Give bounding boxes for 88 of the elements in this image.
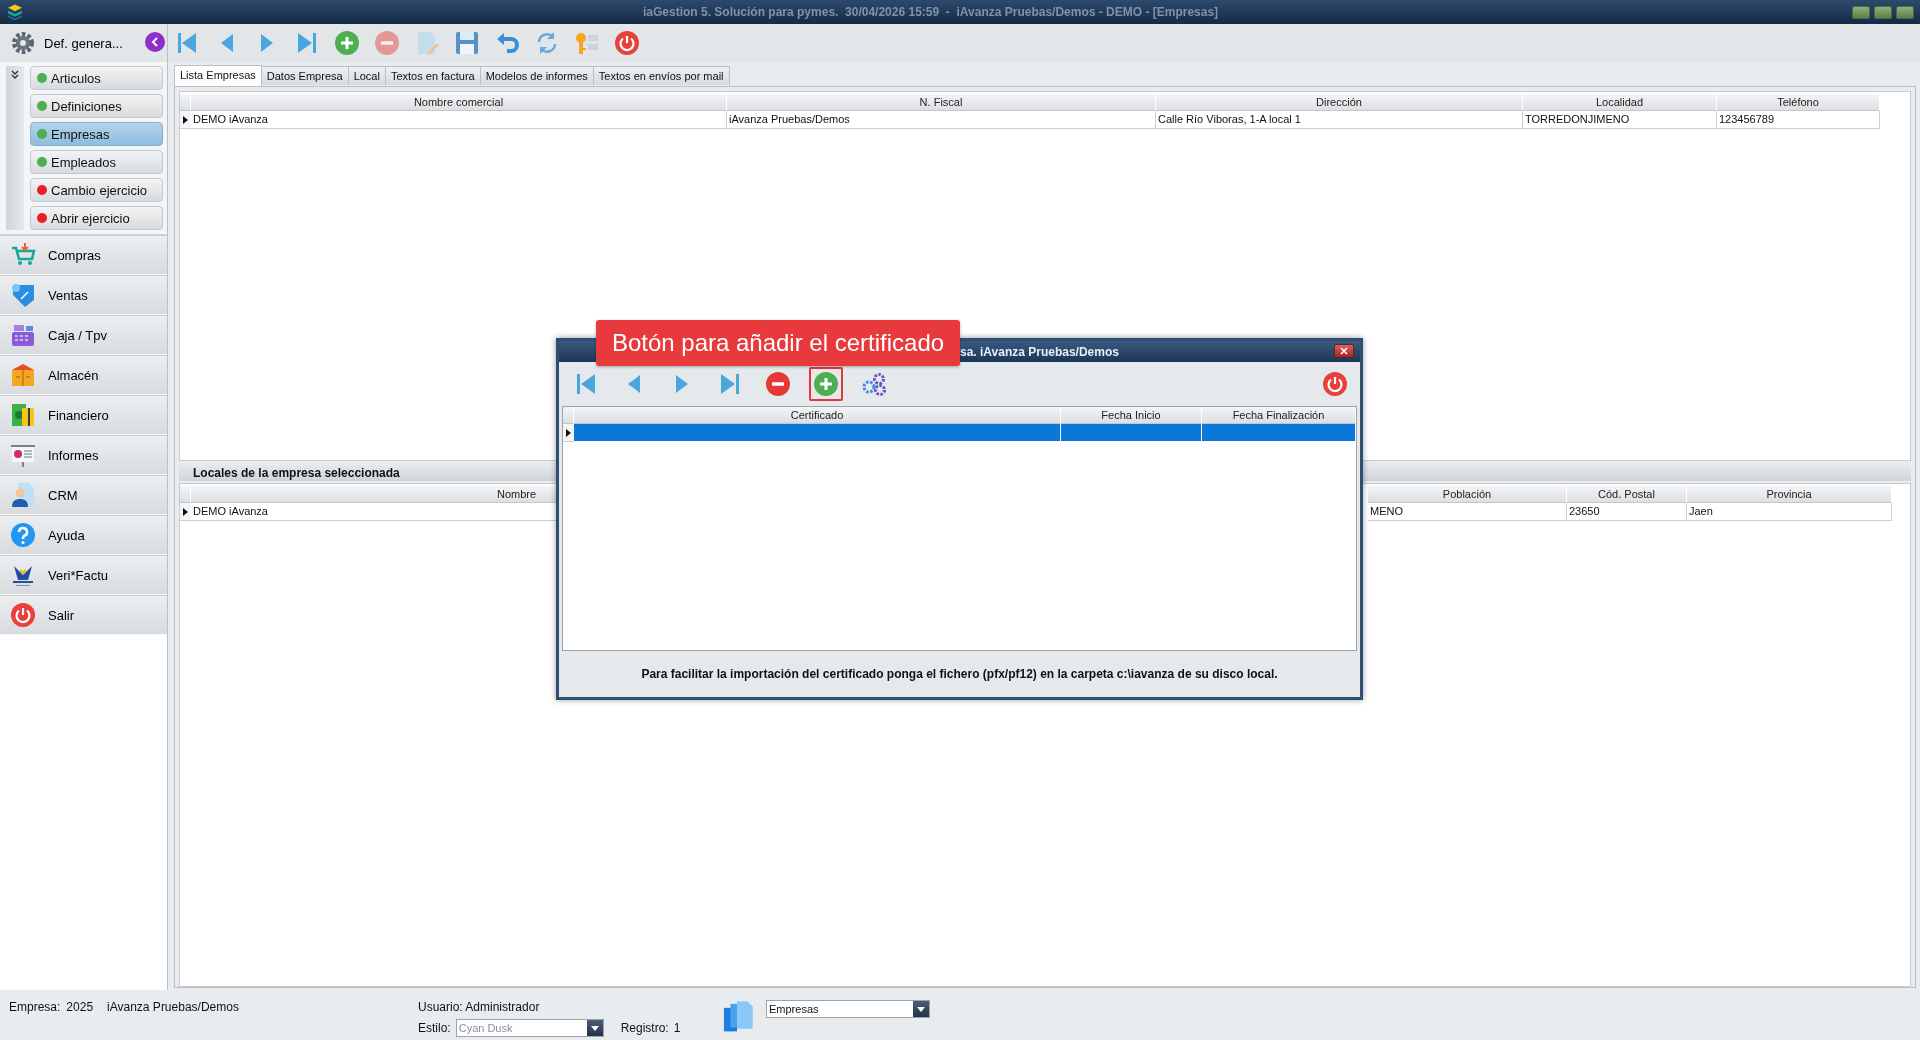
column-header[interactable]: Provincia [1687,486,1892,503]
close-icon [1340,347,1348,355]
chart-board-icon [10,442,36,468]
power-button[interactable] [614,30,640,56]
table-cell: DEMO iAvanza [191,111,727,129]
column-header[interactable]: Dirección [1156,94,1523,111]
power-icon [10,602,36,628]
status-text: iAvanza Pruebas/Demos [107,1000,239,1014]
power-icon [614,30,640,56]
plus-icon [334,30,360,56]
column-header[interactable]: Teléfono [1717,94,1880,111]
status-text: 2025 [66,1000,94,1014]
column-header[interactable]: Certificado [574,407,1061,424]
menu-item[interactable]: Abrir ejercicio [30,206,163,230]
row-header[interactable] [180,503,191,521]
maximize-button[interactable] [1874,5,1892,19]
save-button[interactable] [454,30,480,56]
column-header[interactable]: Localidad [1523,94,1717,111]
minimize-button[interactable] [1852,5,1870,19]
person-icon [10,482,36,508]
column-header[interactable]: Fecha Finalización [1202,407,1356,424]
tab[interactable]: Textos en envíos por mail [592,66,730,85]
view-dropdown[interactable]: Empresas [766,1000,930,1018]
column-header[interactable]: Nombre comercial [191,94,727,111]
column-header[interactable]: Población [1368,486,1567,503]
status-label: Estilo: [418,1021,451,1035]
status-text: 1 [673,1021,681,1035]
chevron-left-icon [150,37,160,47]
table-cell: 123456789 [1717,111,1880,129]
module-item[interactable]: Veri*Factu [0,555,167,595]
power-icon [1322,371,1348,397]
menu-item[interactable]: Cambio ejercicio [30,178,163,202]
minus-icon [374,30,400,56]
close-button[interactable] [1334,344,1354,358]
add-button[interactable] [809,367,843,401]
module-item[interactable]: Financiero [0,395,167,435]
cash-register-icon [10,322,36,348]
row-header[interactable] [180,111,191,129]
dialog-title: sa. iAvanza Pruebas/Demos [960,344,1119,359]
tab[interactable]: Datos Empresa [260,66,349,85]
plus-icon [813,371,839,397]
double-chevron-icon[interactable] [10,70,20,80]
column-header[interactable]: Fecha Inicio [1061,407,1202,424]
module-item[interactable]: Almacén [0,355,167,395]
table-cell: 23650 [1567,503,1687,521]
table-cell: Jaen [1687,503,1892,521]
tab[interactable]: Textos en factura [384,66,481,85]
status-label: Empresa: [9,1000,61,1014]
menu-item[interactable]: Articulos [30,66,163,90]
cart-icon [10,242,36,268]
row-header[interactable] [563,424,574,442]
boxes-icon [10,362,36,388]
add-button[interactable] [334,30,360,56]
hint-text: Para facilitar la importación del certificado ponga el fichero (pfx/pf12) en la carpeta c:\iavanza de su disco local. [640,666,1279,683]
column-header[interactable]: Cód. Postal [1567,486,1687,503]
table-cell: iAvanza Pruebas/Demos [727,111,1156,129]
menu-item[interactable]: Definiciones [30,94,163,118]
key-icon [574,30,600,56]
module-item[interactable]: Compras [0,235,167,275]
help-icon [10,522,36,548]
module-item[interactable]: Informes [0,435,167,475]
table-cell: MENO [1368,503,1567,521]
section-title: Def. genera... [44,35,123,51]
tab[interactable]: Modelos de informes [479,66,594,85]
table-cell: TORREDONJIMENO [1523,111,1717,129]
gears-icon [861,371,887,397]
column-header[interactable]: N. Fiscal [727,94,1156,111]
table-cell: Calle Río Viboras, 1-A local 1 [1156,111,1523,129]
module-item[interactable]: Ventas [0,275,167,315]
module-item[interactable]: Salir [0,595,167,635]
module-item[interactable]: Caja / Tpv [0,315,167,355]
status-text: Usuario: Administrador [418,1000,540,1014]
module-item[interactable]: CRM [0,475,167,515]
collapse-button[interactable] [145,32,165,52]
menu-item[interactable]: Empresas [30,122,163,146]
app-logo-icon [6,3,24,21]
dropdown-arrow-icon[interactable] [917,1006,925,1012]
tab[interactable]: Lista Empresas [174,65,262,86]
module-item[interactable]: Ayuda [0,515,167,555]
price-tag-icon [10,282,36,308]
banknote-icon [10,402,36,428]
window-title: iaGestion 5. Solución para pymes. 30/04/2026 15:59 - iAvanza Pruebas/Demos - DEMO - [Empresas] [642,5,1220,19]
status-label: Registro: [620,1021,669,1035]
tab[interactable]: Local [347,66,386,85]
gear-icon [10,30,36,56]
callout-label: Botón para añadir el certificado [596,320,960,366]
menu-item[interactable]: Empleados [30,150,163,174]
minus-icon [765,371,791,397]
